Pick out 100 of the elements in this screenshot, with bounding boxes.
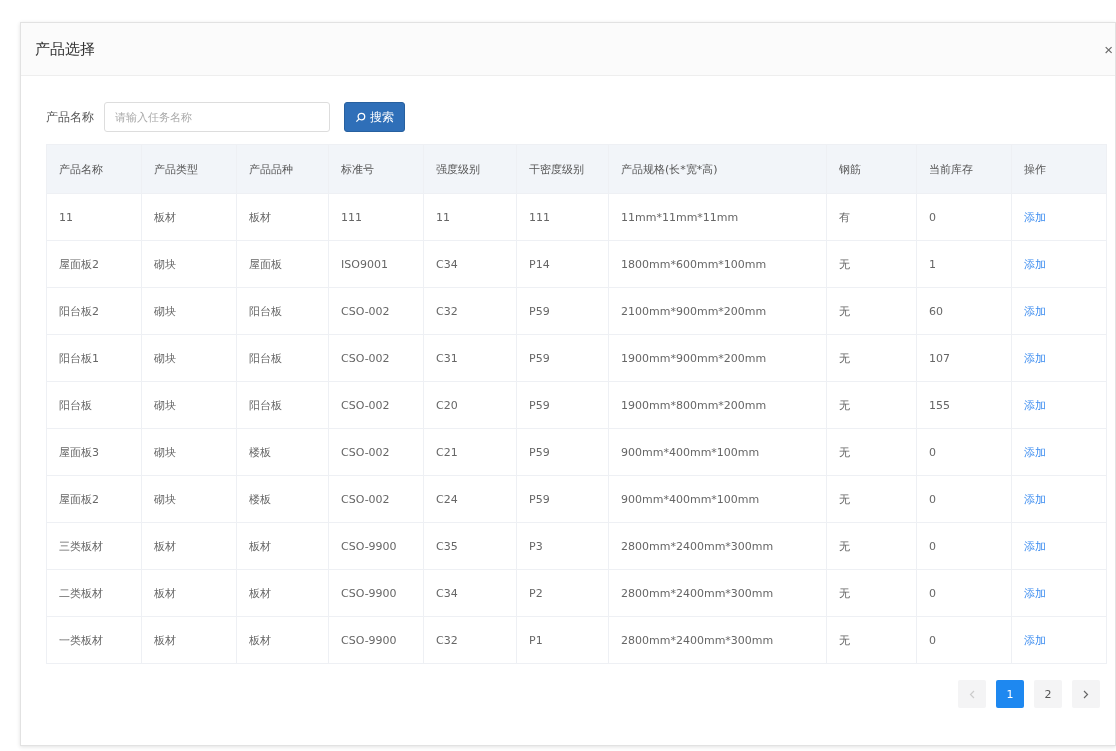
table-cell: CSO-9900 (328, 569, 424, 617)
chevron-right-icon (1083, 689, 1089, 699)
table-cell: 砌块 (141, 428, 237, 476)
table-cell: 板材 (141, 522, 237, 570)
table-cell: 楼板 (236, 475, 329, 523)
search-button[interactable]: 搜索 (344, 102, 405, 132)
add-link[interactable]: 添加 (1024, 445, 1046, 459)
table-cell: 有 (826, 193, 917, 241)
table-cell: 无 (826, 569, 917, 617)
add-link[interactable]: 添加 (1024, 210, 1046, 224)
search-label: 产品名称 (46, 108, 94, 126)
table-cell: 屋面板2 (46, 240, 142, 288)
table-cell: 无 (826, 522, 917, 570)
column-header: 当前库存 (916, 144, 1012, 194)
column-header: 产品名称 (46, 144, 142, 194)
table-cell: 阳台板 (236, 381, 329, 429)
add-link[interactable]: 添加 (1024, 633, 1046, 647)
table-cell: 阳台板 (236, 287, 329, 335)
table-cell: 无 (826, 428, 917, 476)
column-header: 强度级别 (423, 144, 517, 194)
table-cell: 板材 (236, 522, 329, 570)
table-cell: P14 (516, 240, 609, 288)
table-cell: 砌块 (141, 334, 237, 382)
table-cell: 2800mm*2400mm*300mm (608, 522, 827, 570)
table-cell: 板材 (236, 569, 329, 617)
table-cell: 无 (826, 616, 917, 664)
table-cell: P59 (516, 381, 609, 429)
table-cell: 砌块 (141, 381, 237, 429)
table-cell: 无 (826, 240, 917, 288)
table-cell: 板材 (236, 616, 329, 664)
table-cell: 0 (916, 522, 1012, 570)
dialog-title: 产品选择 (35, 39, 95, 59)
next-page-button[interactable] (1072, 680, 1100, 708)
table-cell: P1 (516, 616, 609, 664)
table-cell: P2 (516, 569, 609, 617)
table-cell: 900mm*400mm*100mm (608, 475, 827, 523)
table-cell: C31 (423, 334, 517, 382)
table-cell: 900mm*400mm*100mm (608, 428, 827, 476)
table-cell: 60 (916, 287, 1012, 335)
table-cell: 板材 (141, 569, 237, 617)
table-cell: 阳台板1 (46, 334, 142, 382)
table-cell: C32 (423, 616, 517, 664)
add-link[interactable]: 添加 (1024, 304, 1046, 318)
page-button[interactable]: 2 (1034, 680, 1062, 708)
table-cell: P59 (516, 334, 609, 382)
table-cell: 二类板材 (46, 569, 142, 617)
table-cell: 无 (826, 334, 917, 382)
table-cell: 2800mm*2400mm*300mm (608, 569, 827, 617)
table-cell: 一类板材 (46, 616, 142, 664)
table-cell: C32 (423, 287, 517, 335)
table-cell: 111 (328, 193, 424, 241)
table-cell: 2100mm*900mm*200mm (608, 287, 827, 335)
table-cell: C34 (423, 240, 517, 288)
table-cell: P3 (516, 522, 609, 570)
table-cell: CSO-002 (328, 381, 424, 429)
table-cell: 无 (826, 287, 917, 335)
table-cell: P59 (516, 475, 609, 523)
page-button[interactable]: 1 (996, 680, 1024, 708)
table-cell: 无 (826, 475, 917, 523)
table-cell: 1900mm*900mm*200mm (608, 334, 827, 382)
table-cell: 砌块 (141, 475, 237, 523)
table-cell: 155 (916, 381, 1012, 429)
column-header: 产品类型 (141, 144, 237, 194)
table-cell: 0 (916, 428, 1012, 476)
table-cell: 111 (516, 193, 609, 241)
table-cell: 无 (826, 381, 917, 429)
table-cell: CSO-002 (328, 287, 424, 335)
close-button[interactable]: × (1104, 40, 1113, 58)
search-field[interactable]: 请输入任务名称 (104, 102, 330, 132)
chevron-left-icon (969, 689, 975, 699)
table-cell: 阳台板 (236, 334, 329, 382)
table-cell: 1900mm*800mm*200mm (608, 381, 827, 429)
table-cell: 11mm*11mm*11mm (608, 193, 827, 241)
table-cell: 11 (46, 193, 142, 241)
column-header: 产品品种 (236, 144, 329, 194)
add-link[interactable]: 添加 (1024, 257, 1046, 271)
table-cell: 板材 (141, 193, 237, 241)
add-link[interactable]: 添加 (1024, 539, 1046, 553)
add-link[interactable]: 添加 (1024, 398, 1046, 412)
table-cell: 0 (916, 616, 1012, 664)
table-cell: 屋面板 (236, 240, 329, 288)
table-cell: 阳台板2 (46, 287, 142, 335)
table-cell: 1800mm*600mm*100mm (608, 240, 827, 288)
table-cell: ISO9001 (328, 240, 424, 288)
add-link[interactable]: 添加 (1024, 351, 1046, 365)
table-cell: 屋面板3 (46, 428, 142, 476)
table-cell: CSO-002 (328, 334, 424, 382)
table-cell: 阳台板 (46, 381, 142, 429)
table-cell: CSO-9900 (328, 522, 424, 570)
table-cell: 楼板 (236, 428, 329, 476)
column-header: 标准号 (328, 144, 424, 194)
table-cell: 107 (916, 334, 1012, 382)
table-cell: P59 (516, 287, 609, 335)
add-link[interactable]: 添加 (1024, 586, 1046, 600)
table-cell: 三类板材 (46, 522, 142, 570)
table-cell: 砌块 (141, 240, 237, 288)
add-link[interactable]: 添加 (1024, 492, 1046, 506)
table-cell: 0 (916, 569, 1012, 617)
table-cell: 砌块 (141, 287, 237, 335)
table-cell: P59 (516, 428, 609, 476)
